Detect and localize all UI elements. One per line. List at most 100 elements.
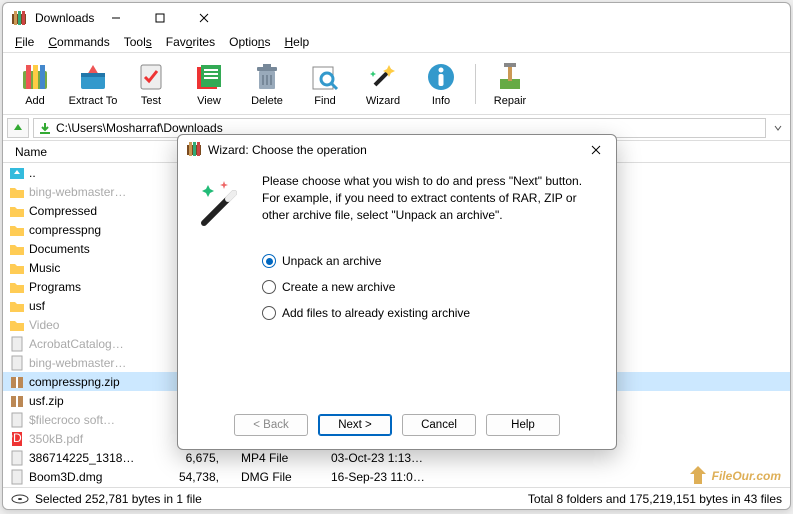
file-name: Programs: [29, 280, 171, 294]
info-icon: [425, 61, 457, 93]
dialog-close-button[interactable]: [582, 137, 610, 163]
file-icon: [9, 260, 25, 276]
file-name: Documents: [29, 242, 171, 256]
file-icon: [9, 298, 25, 314]
add-icon: [19, 61, 51, 93]
view-button[interactable]: View: [181, 56, 237, 112]
menu-options[interactable]: Options: [223, 33, 276, 52]
radio-label: Unpack an archive: [282, 254, 381, 268]
window-title: Downloads: [35, 11, 94, 25]
download-icon: [38, 121, 52, 135]
file-icon: [9, 165, 25, 181]
svg-text:PDF: PDF: [9, 431, 25, 445]
wand-icon: [194, 177, 250, 233]
menu-favorites[interactable]: Favorites: [160, 33, 221, 52]
wizard-button[interactable]: Wizard: [355, 56, 411, 112]
file-icon: [9, 222, 25, 238]
file-icon: [9, 279, 25, 295]
close-button[interactable]: [182, 4, 226, 32]
column-name[interactable]: Name: [11, 145, 171, 159]
extract-button[interactable]: Extract To: [65, 56, 121, 112]
maximize-button[interactable]: [138, 4, 182, 32]
radio-unpack[interactable]: Unpack an archive: [262, 254, 600, 268]
find-icon: [309, 61, 341, 93]
back-button[interactable]: < Back: [234, 414, 308, 436]
dialog-title: Wizard: Choose the operation: [208, 143, 582, 157]
file-icon: PDF: [9, 431, 25, 447]
toolbar: Add Extract To Test View Delete Find Wiz…: [3, 53, 790, 115]
radio-icon: [262, 254, 276, 268]
add-button[interactable]: Add: [7, 56, 63, 112]
add-label: Add: [25, 95, 45, 107]
radio-create[interactable]: Create a new archive: [262, 280, 600, 294]
file-name: compresspng.zip: [29, 375, 171, 389]
test-button[interactable]: Test: [123, 56, 179, 112]
radio-label: Add files to already existing archive: [282, 306, 470, 320]
file-name: 350kB.pdf: [29, 432, 171, 446]
file-size: 6,675,: [171, 451, 221, 465]
find-button[interactable]: Find: [297, 56, 353, 112]
file-icon: [9, 412, 25, 428]
radio-add[interactable]: Add files to already existing archive: [262, 306, 600, 320]
file-icon: [9, 184, 25, 200]
file-name: compresspng: [29, 223, 171, 237]
info-button[interactable]: Info: [413, 56, 469, 112]
radio-icon: [262, 280, 276, 294]
minimize-button[interactable]: [94, 4, 138, 32]
dialog-graphic: [194, 173, 258, 401]
file-name: Video: [29, 318, 171, 332]
file-name: AcrobatCatalog…: [29, 337, 171, 351]
file-name: ..: [29, 166, 171, 180]
file-name: Boom3D.dmg: [29, 470, 171, 484]
file-name: usf: [29, 299, 171, 313]
up-button[interactable]: [7, 118, 29, 138]
extract-label: Extract To: [69, 95, 118, 107]
menu-commands[interactable]: Commands: [42, 33, 115, 52]
status-right: Total 8 folders and 175,219,151 bytes in…: [528, 492, 782, 506]
file-name: bing-webmaster…: [29, 185, 171, 199]
file-icon: [9, 355, 25, 371]
help-button[interactable]: Help: [486, 414, 560, 436]
watermark: FileOur.com: [686, 464, 781, 488]
repair-button[interactable]: Repair: [482, 56, 538, 112]
address-dropdown[interactable]: [770, 123, 786, 133]
titlebar: Downloads: [3, 3, 790, 33]
test-icon: [135, 61, 167, 93]
file-icon: [9, 241, 25, 257]
menubar: File Commands Tools Favorites Options He…: [3, 33, 790, 53]
menu-tools[interactable]: Tools: [118, 33, 158, 52]
dialog-titlebar: Wizard: Choose the operation: [178, 135, 616, 165]
next-button[interactable]: Next >: [318, 414, 392, 436]
menu-file[interactable]: File: [9, 33, 40, 52]
toolbar-separator: [475, 64, 476, 104]
wizard-dialog: Wizard: Choose the operation Please choo…: [177, 134, 617, 450]
file-row[interactable]: Boom3D.dmg 54,738,DMG File16-Sep-23 11:0…: [3, 467, 790, 486]
repair-label: Repair: [494, 95, 526, 107]
find-label: Find: [314, 95, 335, 107]
file-name: $filecroco soft…: [29, 413, 171, 427]
delete-button[interactable]: Delete: [239, 56, 295, 112]
file-icon: [9, 317, 25, 333]
app-icon: [11, 10, 27, 26]
status-left: Selected 252,781 bytes in 1 file: [35, 492, 202, 506]
disk-icon: [11, 494, 29, 504]
file-icon: [9, 469, 25, 485]
info-label: Info: [432, 95, 450, 107]
file-name: usf.zip: [29, 394, 171, 408]
file-name: Music: [29, 261, 171, 275]
file-icon: [9, 393, 25, 409]
cancel-button[interactable]: Cancel: [402, 414, 476, 436]
dialog-app-icon: [186, 141, 202, 160]
file-icon: [9, 336, 25, 352]
file-icon: [9, 203, 25, 219]
radio-label: Create a new archive: [282, 280, 395, 294]
file-icon: [9, 450, 25, 466]
dialog-description: Please choose what you wish to do and pr…: [262, 173, 600, 224]
file-name: Compressed: [29, 204, 171, 218]
repair-icon: [494, 61, 526, 93]
file-row[interactable]: 386714225_1318… 6,675,MP4 File03-Oct-23 …: [3, 448, 790, 467]
file-icon: [9, 374, 25, 390]
menu-help[interactable]: Help: [278, 33, 315, 52]
address-path: C:\Users\Mosharraf\Downloads: [56, 121, 223, 135]
statusbar: Selected 252,781 bytes in 1 file Total 8…: [3, 487, 790, 509]
